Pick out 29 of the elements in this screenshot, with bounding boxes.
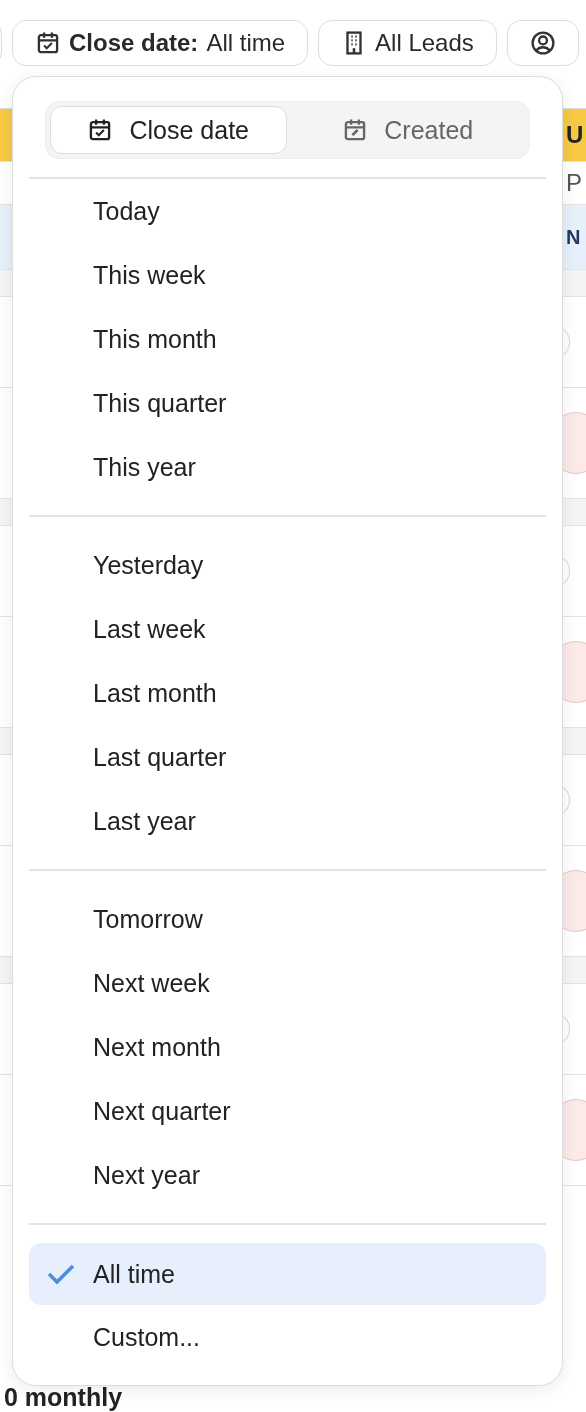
column-heading: U — [566, 121, 584, 149]
menu-item[interactable]: Next year — [29, 1143, 546, 1207]
menu-item[interactable]: Custom... — [29, 1305, 546, 1369]
column-heading: P — [566, 169, 584, 197]
calendar-check-icon — [35, 30, 61, 56]
filter-chip[interactable]: All Leads — [318, 20, 497, 66]
tab[interactable]: Close date — [50, 106, 287, 154]
checkmark-icon — [47, 1263, 75, 1285]
menu-item[interactable]: This month — [29, 307, 546, 371]
column-heading: N — [566, 225, 582, 249]
menu-item[interactable]: Last week — [29, 597, 546, 661]
menu-item[interactable]: Today — [29, 179, 546, 243]
filter-chip[interactable]: Close date: All time — [12, 20, 309, 66]
menu-item[interactable]: This week — [29, 243, 546, 307]
menu-item[interactable]: This quarter — [29, 371, 546, 435]
menu-item[interactable]: Tomorrow — [29, 887, 546, 951]
menu-item[interactable]: Last month — [29, 661, 546, 725]
tab[interactable]: Created — [290, 106, 525, 154]
menu-item[interactable]: Next week — [29, 951, 546, 1015]
menu-item[interactable]: Next month — [29, 1015, 546, 1079]
menu-item[interactable]: Yesterday — [29, 533, 546, 597]
table-cell: 0 monthly — [4, 1385, 123, 1410]
menu-item[interactable]: Last year — [29, 789, 546, 853]
menu-item[interactable]: Last quarter — [29, 725, 546, 789]
filter-chip[interactable] — [506, 20, 579, 66]
menu-item[interactable]: Next quarter — [29, 1079, 546, 1143]
menu-item[interactable]: All time — [29, 1243, 546, 1305]
menu-item[interactable]: This year — [29, 435, 546, 499]
user-icon — [529, 30, 556, 56]
